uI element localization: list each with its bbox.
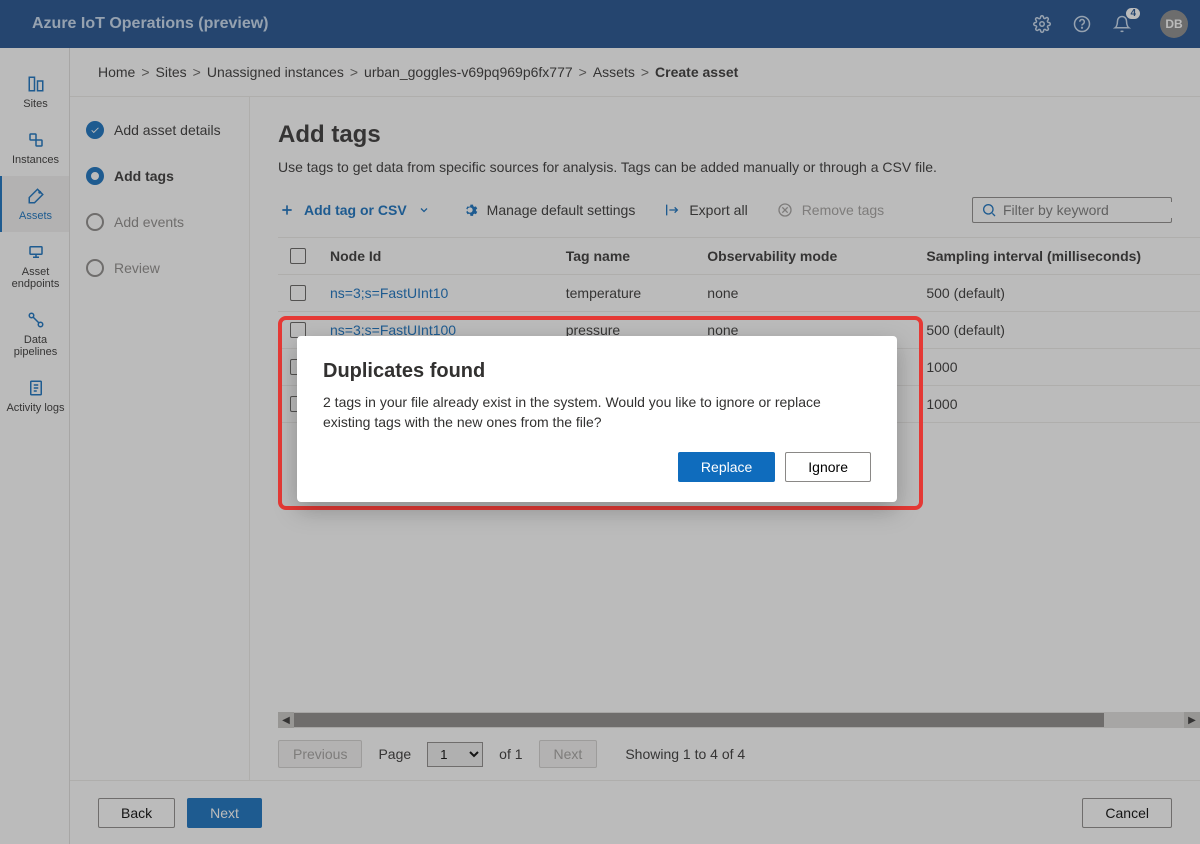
modal-actions: Replace Ignore	[323, 452, 871, 482]
modal-body: 2 tags in your file already exist in the…	[323, 393, 871, 432]
ignore-button[interactable]: Ignore	[785, 452, 871, 482]
duplicates-modal: Duplicates found 2 tags in your file alr…	[297, 336, 897, 502]
replace-button[interactable]: Replace	[678, 452, 775, 482]
modal-title: Duplicates found	[323, 360, 871, 383]
